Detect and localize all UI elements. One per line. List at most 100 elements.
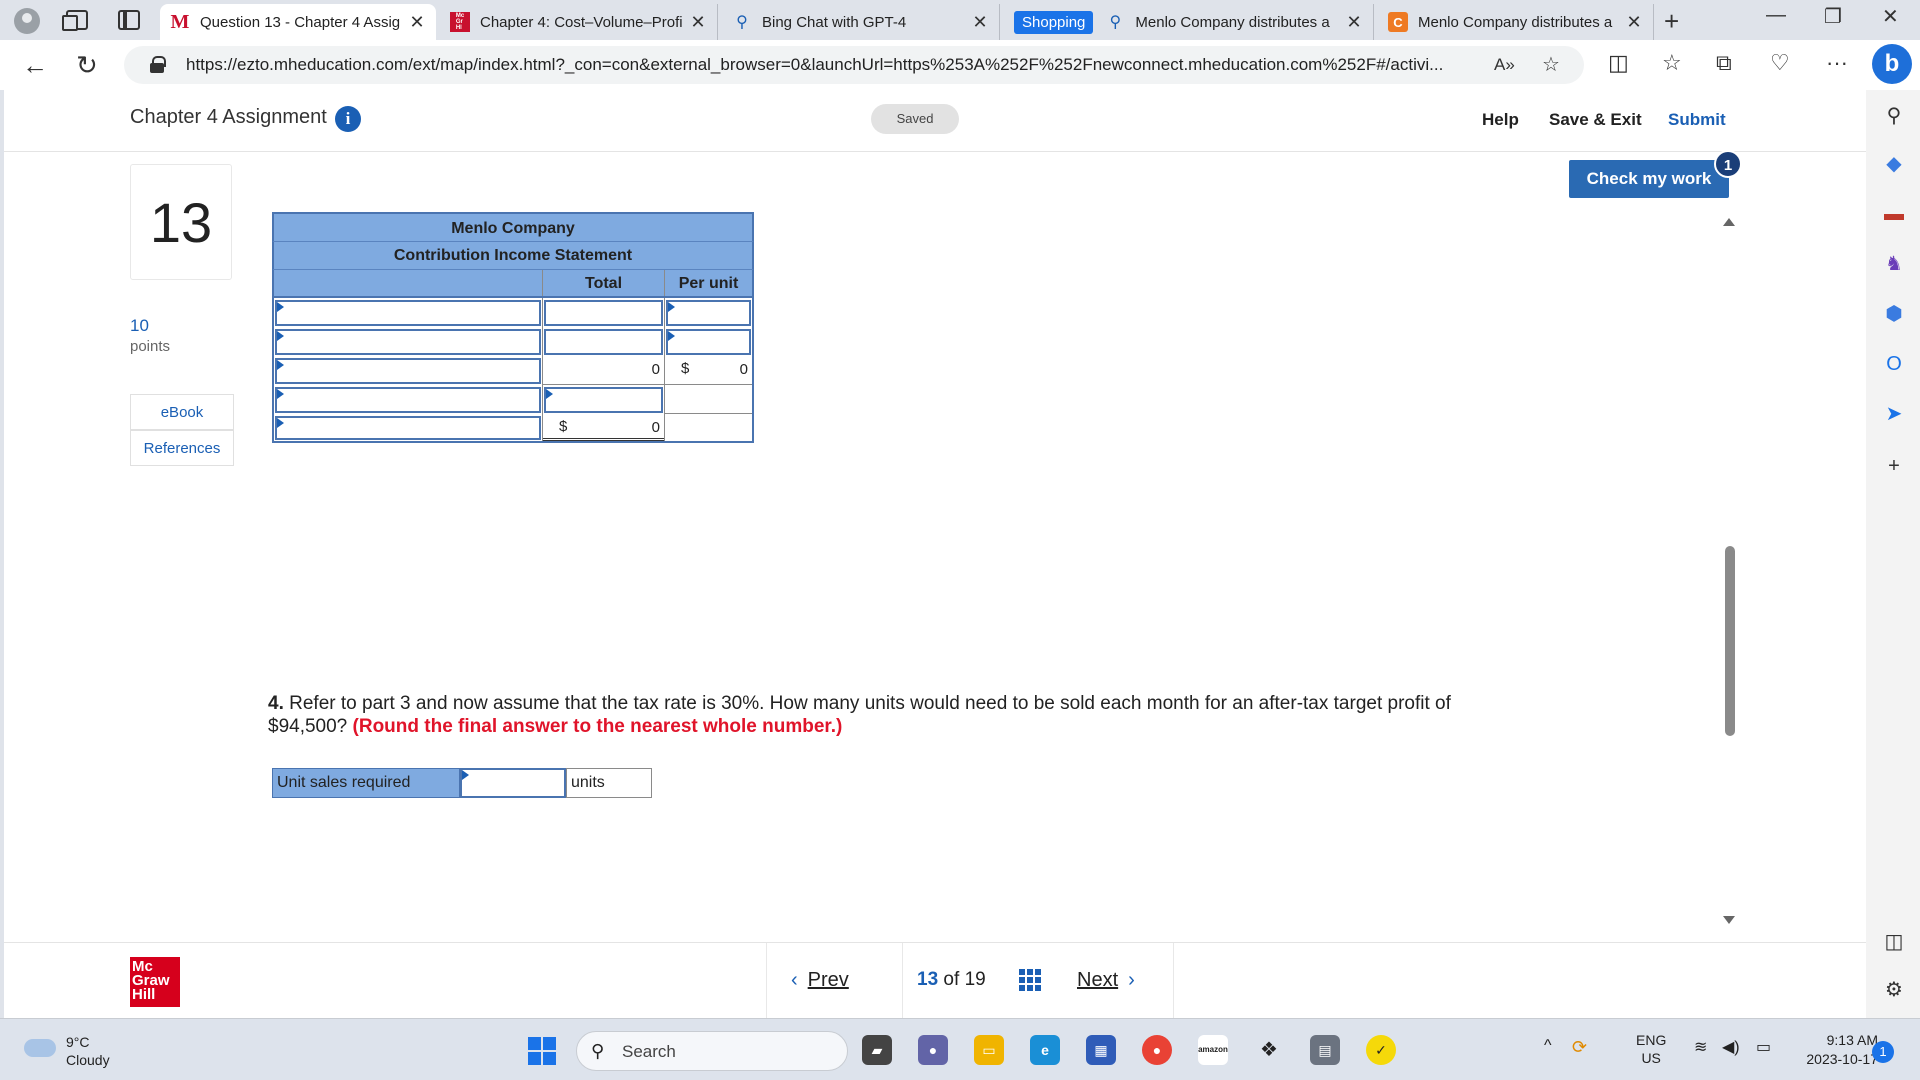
dropdown-marker-icon <box>462 770 469 780</box>
edge-browser-icon[interactable]: e <box>1030 1035 1060 1065</box>
games-icon[interactable]: ♞ <box>1882 252 1906 276</box>
more-menu-icon[interactable]: ··· <box>1826 50 1848 76</box>
line-item-select[interactable] <box>275 387 541 413</box>
of-label: of <box>943 969 960 990</box>
chevron-right-icon: › <box>1128 969 1135 991</box>
refresh-icon[interactable]: ↻ <box>76 50 98 81</box>
settings-gear-icon[interactable]: ⚙ <box>1882 978 1906 1002</box>
shopping-tag-icon[interactable]: ◆ <box>1882 152 1906 176</box>
vertical-tabs-icon[interactable] <box>118 10 140 30</box>
add-icon[interactable]: + <box>1882 454 1906 478</box>
part-number: 4. <box>268 693 284 714</box>
search-icon[interactable]: ⚲ <box>1882 104 1906 128</box>
next-button[interactable]: Next › <box>1067 969 1135 992</box>
favorites-icon[interactable]: ☆ <box>1662 50 1682 76</box>
send-icon[interactable]: ➤ <box>1882 402 1906 426</box>
chrome-icon[interactable]: ● <box>1142 1035 1172 1065</box>
teams-chat-icon[interactable]: ● <box>918 1035 948 1065</box>
microsoft-365-icon[interactable]: ⬢ <box>1882 302 1906 326</box>
volume-icon[interactable]: ◀) <box>1722 1037 1740 1057</box>
url-field[interactable]: https://ezto.mheducation.com/ext/map/ind… <box>124 46 1584 84</box>
units-label: units <box>566 768 652 798</box>
url-text[interactable]: https://ezto.mheducation.com/ext/map/ind… <box>186 55 1486 75</box>
per-unit-input[interactable] <box>666 329 751 355</box>
line-item-select[interactable] <box>275 300 541 326</box>
browser-essentials-icon[interactable]: ♡ <box>1770 50 1790 76</box>
check-my-work-button[interactable]: Check my work <box>1569 160 1729 198</box>
close-icon[interactable]: ✕ <box>1625 12 1643 33</box>
close-icon[interactable]: ✕ <box>971 12 989 33</box>
chevron-up-icon[interactable]: ^ <box>1544 1037 1552 1055</box>
references-button[interactable]: References <box>130 430 234 466</box>
lock-icon[interactable] <box>150 56 166 73</box>
submit-link[interactable]: Submit <box>1668 110 1726 130</box>
close-icon[interactable]: ✕ <box>1345 12 1363 33</box>
save-exit-link[interactable]: Save & Exit <box>1549 110 1642 130</box>
dropdown-marker-icon <box>546 389 553 399</box>
line-item-select[interactable] <box>275 358 541 384</box>
minimize-button[interactable]: — <box>1766 4 1786 27</box>
scroll-up-arrow-icon[interactable] <box>1723 218 1735 226</box>
total-input[interactable] <box>544 329 663 355</box>
question-pager: ‹ Prev 13 of 19 Next › <box>766 943 1174 1019</box>
tab-chapter-4[interactable]: Mc Gr Hl Chapter 4: Cost–Volume–Profi ✕ <box>440 4 718 40</box>
scroll-down-arrow-icon[interactable] <box>1723 916 1735 924</box>
info-icon[interactable]: i <box>335 106 361 132</box>
dropbox-icon[interactable]: ❖ <box>1254 1035 1284 1065</box>
microsoft-store-icon[interactable]: ▦ <box>1086 1035 1116 1065</box>
outlook-icon[interactable]: O <box>1882 352 1906 376</box>
sidebar-toggle-icon[interactable]: ◫ <box>1882 930 1906 954</box>
prev-button[interactable]: ‹ Prev <box>791 969 859 992</box>
assignment-title: Chapter 4 Assignment <box>130 106 327 128</box>
task-view-icon[interactable]: ▰ <box>862 1035 892 1065</box>
workspaces-icon[interactable] <box>62 10 88 31</box>
tools-icon[interactable]: ▬ <box>1882 202 1906 226</box>
ebook-button[interactable]: eBook <box>130 394 234 430</box>
question-grid-icon[interactable] <box>1019 969 1041 991</box>
close-icon[interactable]: ✕ <box>689 12 707 33</box>
language-indicator[interactable]: ENG US <box>1636 1031 1666 1067</box>
battery-icon[interactable]: ▭ <box>1756 1037 1771 1057</box>
calculator-icon[interactable]: ▤ <box>1310 1035 1340 1065</box>
tab-group-shopping[interactable]: Shopping <box>1014 10 1094 34</box>
new-tab-button[interactable]: + <box>1664 6 1679 37</box>
notification-badge[interactable]: 1 <box>1872 1041 1894 1063</box>
search-icon: ⚲ <box>736 14 748 31</box>
assignment-page: Chapter 4 Assignment i Saved Help Save &… <box>4 90 1866 1019</box>
tab-question-13[interactable]: M Question 13 - Chapter 4 Assig ✕ <box>160 4 436 40</box>
favorite-star-icon[interactable]: ☆ <box>1542 52 1560 77</box>
close-window-button[interactable]: ✕ <box>1882 4 1899 29</box>
wifi-icon[interactable]: ≋ <box>1694 1037 1707 1057</box>
read-aloud-icon[interactable]: A» <box>1494 55 1515 75</box>
weather-widget[interactable]: 9°C Cloudy <box>66 1033 110 1069</box>
help-link[interactable]: Help <box>1482 110 1519 130</box>
bing-copilot-icon[interactable]: b <box>1872 44 1912 84</box>
amazon-icon[interactable]: amazon <box>1198 1035 1228 1065</box>
line-item-select[interactable] <box>275 329 541 355</box>
unit-sales-input[interactable] <box>460 768 566 798</box>
currency-sign: $ <box>681 360 690 377</box>
system-clock[interactable]: 9:13 AM 2023-10-17 <box>1788 1031 1878 1069</box>
cloudy-weather-icon[interactable] <box>24 1039 56 1057</box>
line-item-select[interactable] <box>275 416 541 440</box>
norton-check-icon[interactable]: ✓ <box>1366 1035 1396 1065</box>
windows-start-icon[interactable] <box>528 1037 556 1065</box>
restore-button[interactable]: ❐ <box>1824 4 1842 29</box>
total-input[interactable] <box>544 300 663 326</box>
close-icon[interactable]: ✕ <box>408 12 426 33</box>
back-arrow-icon[interactable]: ← <box>22 50 48 81</box>
mcgraw-hill-icon: Mc Gr Hl <box>450 12 470 32</box>
vertical-scrollbar[interactable] <box>1725 546 1735 736</box>
tab-bing-chat[interactable]: ⚲ Bing Chat with GPT-4 ✕ <box>722 4 1000 40</box>
taskbar-search[interactable]: ⚲ Search <box>576 1031 848 1071</box>
split-screen-icon[interactable]: ◫ <box>1608 50 1629 76</box>
per-unit-input[interactable] <box>666 300 751 326</box>
total-input[interactable] <box>544 387 663 413</box>
dropdown-marker-icon <box>277 331 284 341</box>
collections-icon[interactable]: ⧉ <box>1716 50 1732 76</box>
tab-menlo-shopping[interactable]: Shopping ⚲ Menlo Company distributes a ✕ <box>1004 4 1374 40</box>
file-explorer-icon[interactable]: ▭ <box>974 1035 1004 1065</box>
profile-icon[interactable] <box>14 8 40 34</box>
tab-menlo-chegg[interactable]: C Menlo Company distributes a ✕ <box>1378 4 1654 40</box>
sync-icon[interactable]: ⟳ <box>1572 1037 1587 1058</box>
